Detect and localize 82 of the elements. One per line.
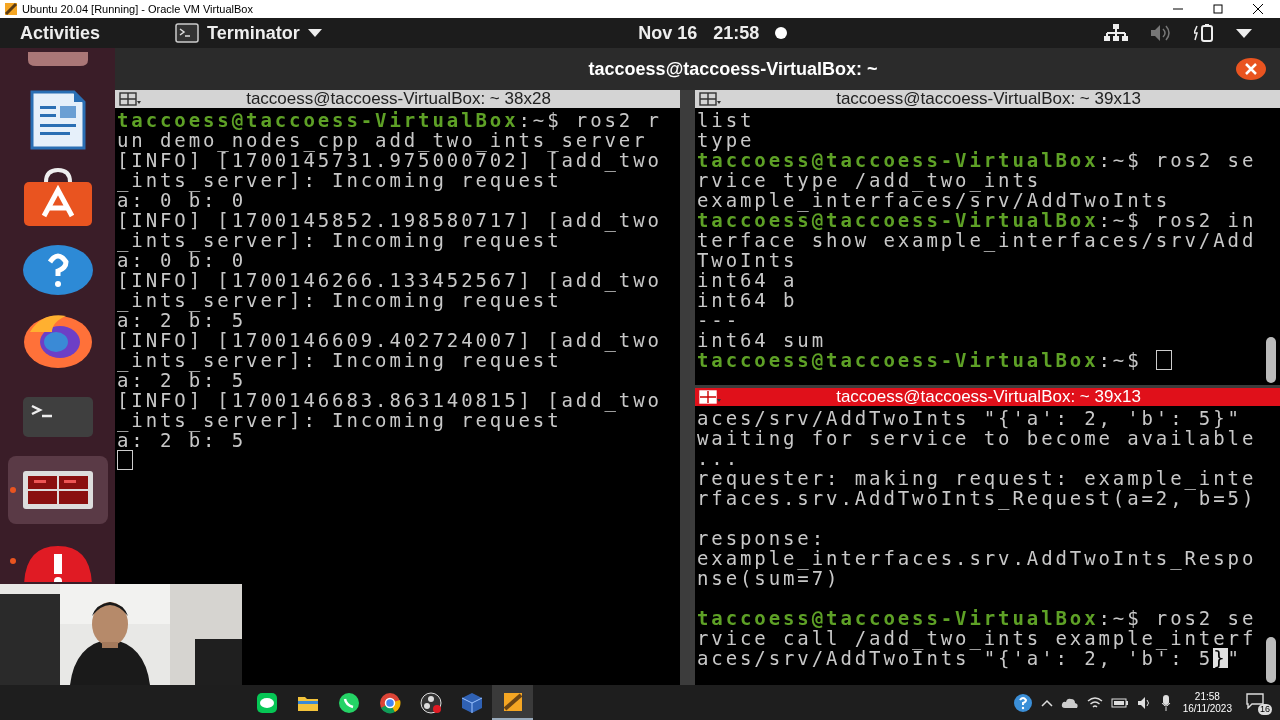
circle-logo-icon xyxy=(378,691,401,714)
output-text: a: 0 b: 0 xyxy=(117,250,247,270)
prompt-text: taccoess@taccoess-VirtualBox xyxy=(697,210,1099,230)
output-text: TwoInts xyxy=(697,250,798,270)
pane-title: taccoess@taccoess-VirtualBox: ~ 39x13 xyxy=(835,388,1142,406)
chat-icon xyxy=(255,691,278,714)
command-text: :~$ ros2 r xyxy=(518,110,662,130)
output-text: --- xyxy=(697,310,741,330)
output-text: int64 b xyxy=(697,290,798,310)
partial-icon xyxy=(25,52,90,68)
window-title: Ubuntu 20.04 [Running] - Oracle VM VirtualBox xyxy=(22,1,253,17)
output-text: ... xyxy=(697,448,741,468)
grid-menu-icon[interactable] xyxy=(699,92,721,106)
output-text: a: 2 b: 5 xyxy=(117,310,247,330)
output-text: [INFO] [1700146266.133452567] [add_two xyxy=(117,270,662,290)
cursor: } xyxy=(1213,648,1228,668)
prompt-text: taccoess@taccoess-VirtualBox xyxy=(697,350,1099,370)
close-icon[interactable] xyxy=(1236,58,1266,80)
notification-count: 16 xyxy=(1258,703,1272,715)
network-icon[interactable] xyxy=(1104,24,1128,42)
output-text: terface show example_interfaces/srv/Add xyxy=(697,230,1257,250)
output-text: int64 sum xyxy=(697,330,827,350)
caret-icon[interactable] xyxy=(1236,28,1252,38)
output-text: [INFO] [1700145852.198580717] [add_two xyxy=(117,210,662,230)
command-text: :~$ ros2 se xyxy=(1098,608,1257,628)
window-title: taccoess@taccoess-VirtualBox: ~ xyxy=(588,57,878,81)
notification-button[interactable]: 16 xyxy=(1244,690,1272,715)
output-text: a: 2 b: 5 xyxy=(117,430,247,450)
help-icon[interactable] xyxy=(1012,692,1033,713)
window-app-icon xyxy=(501,690,524,713)
help-icon xyxy=(21,244,94,296)
prompt-text: taccoess@taccoess-VirtualBox xyxy=(117,110,519,130)
caret-icon xyxy=(307,29,322,37)
maximize-icon[interactable] xyxy=(1212,3,1224,15)
output-text: [INFO] [1700146609.402724007] [add_two xyxy=(117,330,662,350)
output-text: list xyxy=(697,110,755,130)
running-indicator xyxy=(9,487,16,493)
activities-button[interactable]: Activities xyxy=(20,19,170,47)
cube-icon xyxy=(460,691,483,714)
pane-title: taccoess@taccoess-VirtualBox: ~ 38x28 xyxy=(245,90,552,108)
output-text: aces/srv/AddTwoInts "{'a': 2, 'b': 5}" xyxy=(697,408,1242,428)
record-icon xyxy=(419,691,442,714)
prompt-text: taccoess@taccoess-VirtualBox xyxy=(697,150,1099,170)
output-text: " xyxy=(1227,648,1242,668)
terminal-icon xyxy=(21,396,94,438)
chevron-up-icon[interactable] xyxy=(1040,698,1053,707)
clock-button[interactable]: Nov 16 21:58 xyxy=(638,19,760,47)
command-text: :~$ ros2 se xyxy=(1098,150,1257,170)
output-text: [INFO] [1700145731.975000702] [add_two xyxy=(117,150,662,170)
scrollbar-thumb[interactable] xyxy=(1266,637,1276,683)
close-icon[interactable] xyxy=(1252,3,1264,15)
command-text: :~$ xyxy=(1098,350,1143,370)
prompt-text: taccoess@taccoess-VirtualBox xyxy=(697,608,1099,628)
scrollbar-thumb[interactable] xyxy=(1266,337,1276,383)
output-text: nse(sum=7) xyxy=(697,568,841,588)
output-text: type xyxy=(697,130,755,150)
phone-bubble-icon xyxy=(337,691,360,714)
battery-icon[interactable] xyxy=(1110,696,1129,709)
terminal-icon xyxy=(175,23,199,43)
microphone-icon[interactable] xyxy=(1160,694,1171,711)
cursor xyxy=(117,450,133,470)
split-window-icon xyxy=(21,470,94,510)
pane-title: taccoess@taccoess-VirtualBox: ~ 39x13 xyxy=(835,90,1142,108)
clock-button[interactable]: 21:58 16/11/2023 xyxy=(1182,690,1232,715)
wifi-icon[interactable] xyxy=(1086,695,1103,710)
grid-menu-icon[interactable] xyxy=(119,92,141,106)
command-text: :~$ ros2 in xyxy=(1098,210,1257,230)
output-text: waiting for service to become available xyxy=(697,428,1257,448)
shopping-bag-icon xyxy=(21,168,94,228)
dock-item[interactable] xyxy=(7,456,108,524)
output-text: aces/srv/AddTwoInts "{'a': 2, 'b': 5 xyxy=(697,648,1214,668)
notification-dot-icon xyxy=(775,27,788,39)
output-text: a: 0 b: 0 xyxy=(117,190,247,210)
grid-menu-icon[interactable] xyxy=(699,390,721,404)
output-text: a: 2 b: 5 xyxy=(117,370,247,390)
output-text: int64 a xyxy=(697,270,798,290)
app-menu[interactable]: Terminator xyxy=(175,19,322,47)
running-indicator xyxy=(9,558,16,564)
fox-icon xyxy=(21,312,94,368)
output-text: [INFO] [1700146683.863140815] [add_two xyxy=(117,390,662,410)
battery-icon[interactable] xyxy=(1194,24,1214,42)
virtualbox-icon xyxy=(4,2,18,16)
